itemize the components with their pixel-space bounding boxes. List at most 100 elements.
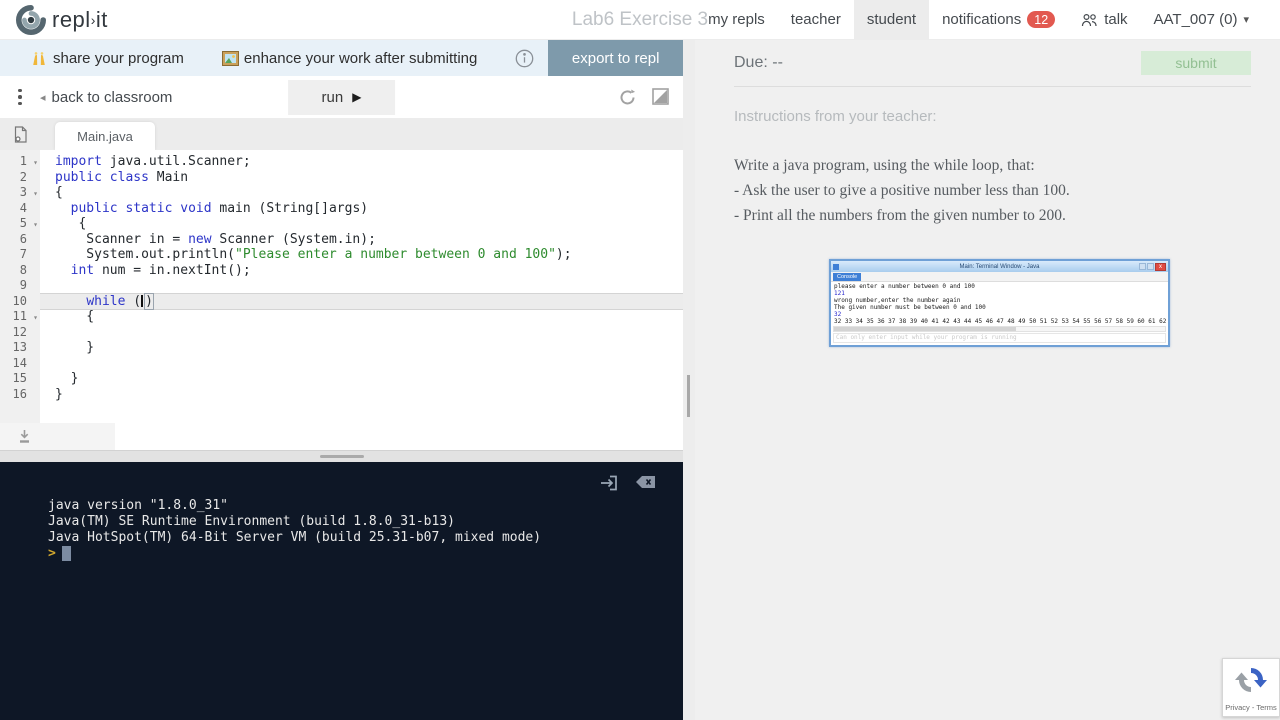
terminal-line: 32 [834,311,842,319]
code-line[interactable]: 7 System.out.println("Please enter a num… [0,247,683,263]
toolbar-icons [618,87,683,107]
chevron-down-icon: ▾ [1243,14,1249,26]
instruction-line: Write a java program, using the while lo… [734,157,1035,174]
terminal-titlebar: Main: Terminal Window - Java x [831,261,1168,273]
nav-account[interactable]: AAT_007 (0) ▾ [1141,0,1262,40]
terminal-line: 32 33 34 35 36 37 38 39 40 41 42 43 44 4… [834,318,1168,326]
code-line[interactable]: 10 while () [0,292,683,310]
editor-toolbar: ◂ back to classroom run ▶ [0,76,683,118]
line-number: 4 [19,200,27,215]
line-number: 8 [19,262,27,277]
terminal-line: The given number must be between 0 and 1… [834,304,986,312]
tips-bar: share your program enhance your work aft… [0,40,683,76]
line-number: 1 [0,154,40,170]
line-number: 5 [0,216,40,232]
main-area: share your program enhance your work aft… [0,40,1280,720]
run-button[interactable]: run ▶ [287,79,396,115]
nav-talk[interactable]: talk [1068,0,1140,40]
instruction-line: - Ask the user to give a positive number… [734,181,1070,199]
play-icon: ▶ [352,90,362,104]
horizontal-splitter[interactable] [0,450,683,462]
new-file-icon[interactable] [0,126,40,150]
console-line: java version "1.8.0_31" [48,498,229,513]
console-line: Java HotSpot(TM) 64-Bit Server VM (build… [48,529,542,545]
instructions-label: Instructions from your teacher: [734,108,937,125]
code-line[interactable]: 6 Scanner in = new Scanner (System.in); [0,232,683,248]
people-icon [1081,13,1098,27]
terminal-scrollbar [833,326,1166,333]
console-prompt-row[interactable]: > [48,545,659,561]
code-lines: 1import java.util.Scanner;2public class … [0,150,683,402]
enhance-tip: enhance your work after submitting [221,50,477,67]
panel-divider [734,86,1251,87]
top-nav: my repls teacher student notifications 1… [695,0,1280,40]
line-number: 7 [19,247,27,261]
due-label: Due: -- [734,54,783,71]
tab-bar: Main.java [0,118,683,150]
nav-notifications[interactable]: notifications 12 [929,0,1068,40]
back-to-classroom-link[interactable]: ◂ back to classroom [40,89,172,106]
console[interactable]: java version "1.8.0_31" Java(TM) SE Runti… [0,462,683,720]
layout-toggle-icon[interactable] [652,87,669,107]
terminal-status: Can only enter input while your program … [833,333,1166,344]
code-line[interactable]: 16} [0,387,683,403]
terminal-tab: Console [833,273,862,282]
prompt-icon: > [48,545,56,561]
minimize-icon [1139,263,1146,271]
terminal-window-icon [833,263,839,270]
send-input-icon[interactable] [599,474,619,492]
tab-main-java[interactable]: Main.java [55,122,155,150]
code-line[interactable]: 8 int num = in.nextInt(); [0,263,683,279]
kebab-menu-icon[interactable] [0,88,40,106]
line-number: 14 [12,355,27,370]
nav-student[interactable]: student [853,0,930,40]
submit-button[interactable]: submit [1141,51,1251,75]
code-line[interactable]: 5 { [0,216,683,232]
raised-hands-icon [30,50,48,66]
logo-text: repl›it [52,6,108,32]
replit-logo[interactable]: repl›it [0,4,108,35]
line-number: 6 [19,231,27,246]
code-line[interactable]: 13 } [0,340,683,356]
code-line[interactable]: 15 } [0,371,683,387]
code-line[interactable]: 1import java.util.Scanner; [0,154,683,170]
vertical-splitter-handle[interactable] [687,375,690,417]
line-number: 16 [12,386,27,401]
top-bar: repl›it Lab6 Exercise 3 my repls teacher… [0,0,1280,40]
console-icons [599,474,657,492]
download-code-button[interactable] [0,423,115,450]
due-row: Due: -- submit [734,40,1251,86]
clear-console-icon[interactable] [635,474,657,492]
refresh-icon[interactable] [618,88,637,107]
code-line[interactable]: 14 [0,356,683,372]
replit-swirl-icon [16,4,46,35]
page-title: Lab6 Exercise 3 [571,8,709,30]
terminal-scrollbar-thumb [834,327,1017,332]
code-line[interactable]: 11 { [0,309,683,325]
line-number: 2 [19,169,27,184]
info-icon[interactable] [515,49,534,68]
instruction-line: - Print all the numbers from the given n… [734,206,1066,224]
back-caret-icon: ◂ [40,91,46,104]
code-line[interactable]: 2 public class Main [0,170,683,186]
code-line[interactable]: 12 [0,325,683,341]
console-line: Java(TM) SE Runtime Environment (build 1… [48,513,455,529]
code-line[interactable]: 4 public static void main (String[]args) [0,201,683,217]
vertical-splitter[interactable] [683,40,695,720]
terminal-title: Main: Terminal Window - Java [959,263,1040,270]
terminal-lines: please enter a number between 0 and 100 1… [831,282,1168,325]
export-to-repl-button[interactable]: export to repl [548,40,683,76]
splitter-handle[interactable] [319,455,364,458]
text-cursor [141,294,144,307]
code-editor[interactable]: 1import java.util.Scanner;2public class … [0,150,683,450]
nav-teacher[interactable]: teacher [778,0,854,40]
line-number: 3 [0,185,40,201]
share-tip: share your program [30,50,184,67]
line-number: 9 [19,278,27,292]
line-number: 12 [12,324,27,339]
recaptcha-badge[interactable]: Privacy - Terms [1222,658,1280,717]
code-line[interactable]: 9 [0,278,683,294]
recaptcha-privacy-terms[interactable]: Privacy - Terms [1223,703,1279,712]
code-line[interactable]: 3{ [0,185,683,201]
line-number: 15 [12,371,27,385]
